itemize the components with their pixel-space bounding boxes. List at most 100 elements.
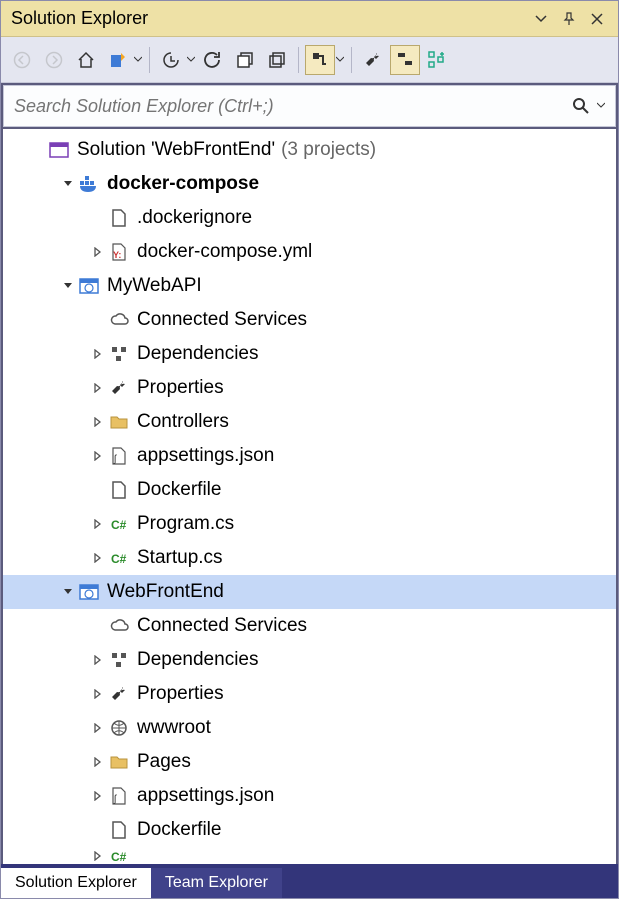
expand-arrow[interactable] [89, 689, 107, 699]
file-label: .dockerignore [137, 207, 252, 229]
chevron-down-icon [597, 102, 605, 110]
yaml-icon: Y: [107, 240, 131, 264]
close-button[interactable] [586, 8, 608, 30]
expand-arrow[interactable] [89, 851, 107, 861]
chevron-right-icon [93, 851, 103, 861]
file-label: docker-compose.yml [137, 241, 312, 263]
expand-arrow[interactable] [89, 723, 107, 733]
close-icon [591, 13, 603, 25]
expand-arrow[interactable] [89, 519, 107, 529]
sync-dropdown[interactable] [133, 56, 143, 64]
expand-arrow[interactable] [89, 655, 107, 665]
folder-pages[interactable]: Pages [3, 745, 616, 779]
expand-arrow[interactable] [89, 383, 107, 393]
expand-arrow[interactable] [59, 179, 77, 189]
collapse-icon [235, 50, 255, 70]
node-properties-wfe[interactable]: Properties [3, 677, 616, 711]
panel-title: Solution Explorer [11, 8, 524, 29]
pending-dropdown[interactable] [186, 56, 196, 64]
chevron-right-icon [93, 553, 103, 563]
web-project-icon [77, 274, 101, 298]
file-appsettings-wfe[interactable]: ʃ appsettings.json [3, 779, 616, 813]
file-label: appsettings.json [137, 445, 274, 467]
pin-icon [562, 12, 576, 26]
search-dropdown[interactable] [597, 102, 605, 110]
home-button[interactable] [71, 45, 101, 75]
node-connected-services[interactable]: Connected Services [3, 303, 616, 337]
chevron-down-icon [134, 56, 142, 64]
file-icon [107, 818, 131, 842]
chevron-right-icon [93, 417, 103, 427]
expand-arrow[interactable] [89, 451, 107, 461]
solution-root[interactable]: Solution 'WebFrontEnd' (3 projects) [3, 133, 616, 167]
forward-icon [45, 51, 63, 69]
node-connected-services-wfe[interactable]: Connected Services [3, 609, 616, 643]
bottom-tabs: Solution Explorer Team Explorer [1, 864, 618, 898]
solution-tree[interactable]: Solution 'WebFrontEnd' (3 projects) dock… [3, 129, 616, 864]
expand-arrow[interactable] [89, 247, 107, 257]
expand-arrow[interactable] [89, 791, 107, 801]
node-dependencies[interactable]: Dependencies [3, 337, 616, 371]
web-project-icon [77, 580, 101, 604]
chevron-down-filled-icon [63, 179, 73, 189]
chevron-right-icon [93, 791, 103, 801]
new-view-button[interactable] [422, 45, 452, 75]
file-dockerignore[interactable]: .dockerignore [3, 201, 616, 235]
file-docker-compose-yml[interactable]: Y: docker-compose.yml [3, 235, 616, 269]
project-docker-compose[interactable]: docker-compose [3, 167, 616, 201]
file-dockerfile[interactable]: Dockerfile [3, 473, 616, 507]
expand-arrow[interactable] [89, 349, 107, 359]
file-startup-cs[interactable]: C# Startup.cs [3, 541, 616, 575]
back-button[interactable] [7, 45, 37, 75]
node-dependencies-wfe[interactable]: Dependencies [3, 643, 616, 677]
csharp-icon: C# [107, 512, 131, 536]
preview-dropdown[interactable] [335, 56, 345, 64]
dropdown-button[interactable] [530, 8, 552, 30]
node-wwwroot[interactable]: wwwroot [3, 711, 616, 745]
node-properties[interactable]: Properties [3, 371, 616, 405]
chevron-right-icon [93, 349, 103, 359]
cloud-icon [107, 614, 131, 638]
tab-solution-explorer[interactable]: Solution Explorer [1, 868, 151, 898]
dependencies-icon [107, 648, 131, 672]
preview-button[interactable] [305, 45, 335, 75]
project-webfrontend[interactable]: WebFrontEnd [3, 575, 616, 609]
chevron-down-icon [336, 56, 344, 64]
pin-button[interactable] [558, 8, 580, 30]
expand-arrow[interactable] [59, 587, 77, 597]
search-bar[interactable] [3, 85, 616, 127]
svg-text:C#: C# [111, 518, 127, 532]
toolbar [1, 37, 618, 83]
file-dockerfile-wfe[interactable]: Dockerfile [3, 813, 616, 847]
chevron-right-icon [93, 655, 103, 665]
node-label: Dependencies [137, 343, 258, 365]
expand-arrow[interactable] [59, 281, 77, 291]
clock-icon [161, 50, 181, 70]
chevron-down-filled-icon [63, 281, 73, 291]
track-active-button[interactable] [390, 45, 420, 75]
file-program-cs[interactable]: C# Program.cs [3, 507, 616, 541]
json-icon: ʃ [107, 784, 131, 808]
sync-button[interactable] [103, 45, 133, 75]
project-mywebapi[interactable]: MyWebAPI [3, 269, 616, 303]
search-icon[interactable] [571, 96, 591, 116]
forward-button[interactable] [39, 45, 69, 75]
node-label: Properties [137, 683, 224, 705]
csharp-icon: C# [107, 847, 131, 864]
file-partial-cs[interactable]: C# [3, 847, 616, 864]
files-icon [267, 50, 287, 70]
pending-button[interactable] [156, 45, 186, 75]
search-input[interactable] [14, 96, 571, 117]
expand-arrow[interactable] [89, 417, 107, 427]
tab-team-explorer[interactable]: Team Explorer [151, 868, 282, 898]
collapse-all-button[interactable] [230, 45, 260, 75]
expand-arrow[interactable] [89, 757, 107, 767]
properties-button[interactable] [358, 45, 388, 75]
refresh-button[interactable] [198, 45, 228, 75]
node-label: Properties [137, 377, 224, 399]
file-appsettings[interactable]: ʃ appsettings.json [3, 439, 616, 473]
svg-text:Y:: Y: [113, 250, 121, 260]
folder-controllers[interactable]: Controllers [3, 405, 616, 439]
expand-arrow[interactable] [89, 553, 107, 563]
show-all-button[interactable] [262, 45, 292, 75]
